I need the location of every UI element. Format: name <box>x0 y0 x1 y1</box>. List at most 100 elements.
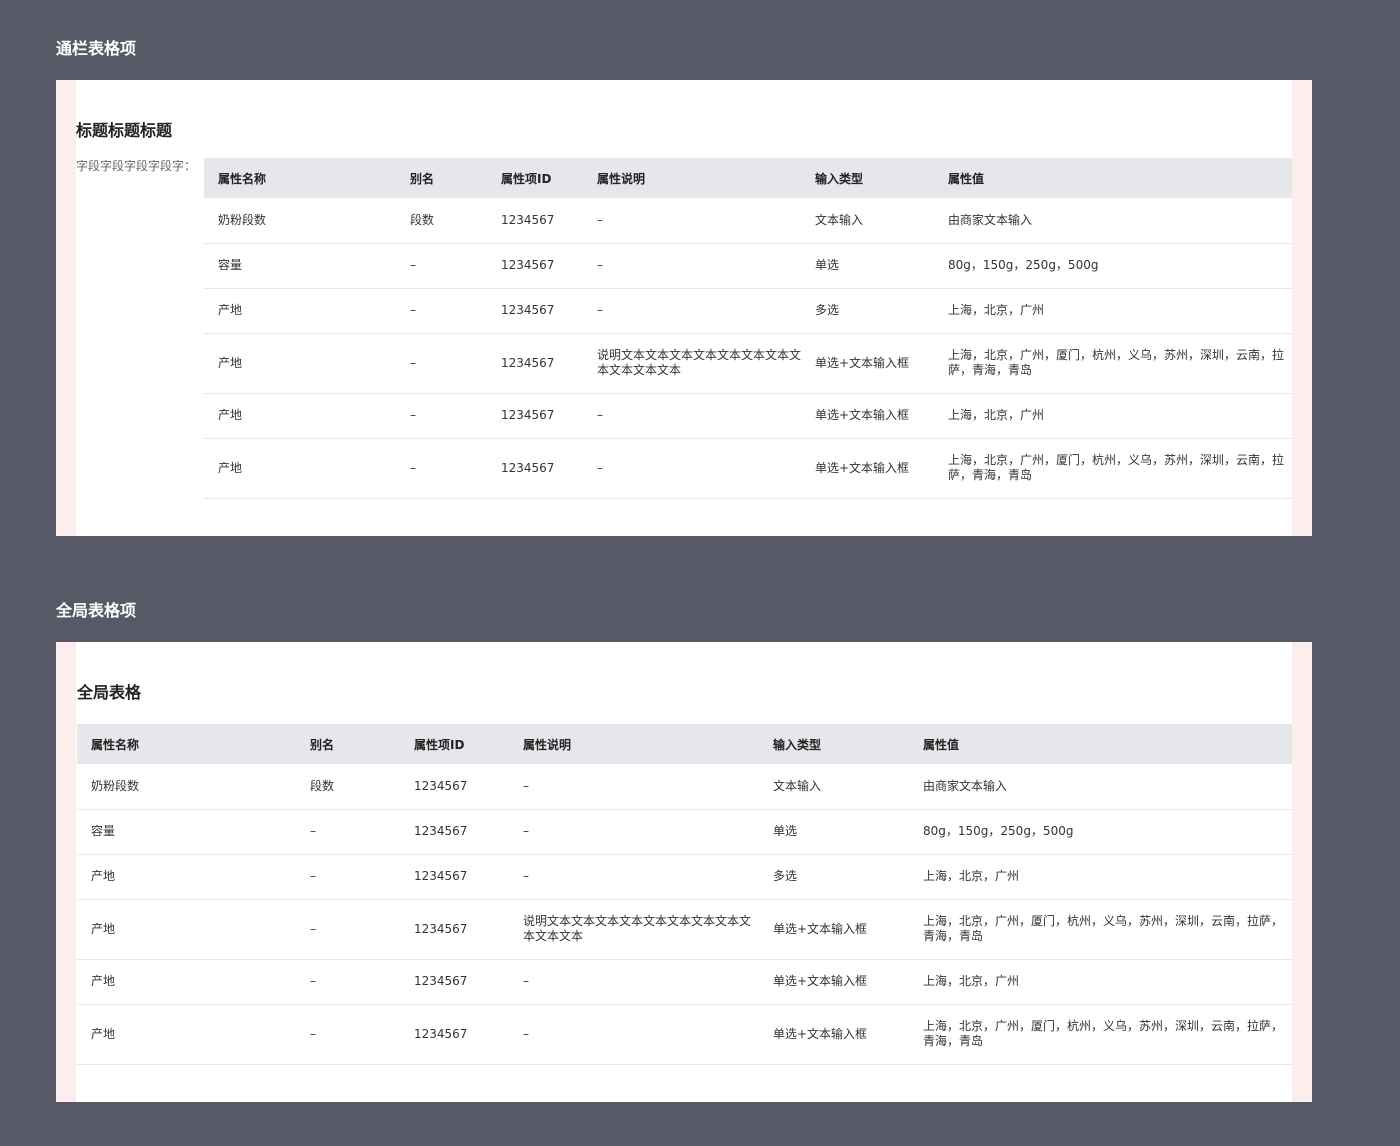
cell-name: 奶粉段数 <box>204 198 396 244</box>
cell-name: 产地 <box>77 959 296 1005</box>
cell-values: 上海，北京，广州 <box>909 959 1292 1005</box>
cell-name: 容量 <box>204 243 396 289</box>
cell-input-type: 文本输入 <box>801 198 934 244</box>
cell-name: 奶粉段数 <box>77 764 296 810</box>
cell-name: 产地 <box>204 438 396 499</box>
cell-input-type: 单选+文本输入框 <box>759 1004 909 1065</box>
cell-description: – <box>583 393 801 439</box>
cell-description: – <box>583 288 801 334</box>
column-header-values[interactable]: 属性值 <box>909 724 1292 764</box>
cell-alias: – <box>396 438 487 499</box>
cell-input-type: 文本输入 <box>759 764 909 810</box>
cell-values: 上海，北京，广州，厦门，杭州，义乌，苏州，深圳，云南，拉萨，青海，青岛 <box>934 333 1292 394</box>
column-header-id[interactable]: 属性项ID <box>400 724 509 764</box>
cell-alias: – <box>296 809 400 855</box>
cell-values: 上海，北京，广州 <box>909 854 1292 900</box>
table-row[interactable]: 容量 – 1234567 – 单选 80g，150g，250g，500g <box>204 243 1292 289</box>
table-row[interactable]: 产地 – 1234567 – 单选+文本输入框 上海，北京，广州 <box>204 393 1292 439</box>
cell-name: 产地 <box>77 1004 296 1065</box>
attribute-table-2: 属性名称 别名 属性项ID 属性说明 输入类型 属性值 奶粉段数 段数 1234… <box>77 724 1292 1065</box>
cell-values: 上海，北京，广州，厦门，杭州，义乌，苏州，深圳，云南，拉萨，青海，青岛 <box>909 899 1292 960</box>
cell-values: 由商家文本输入 <box>934 198 1292 244</box>
table-row[interactable]: 产地 – 1234567 – 单选+文本输入框 上海，北京，广州，厦门，杭州，义… <box>77 1004 1292 1065</box>
cell-id: 1234567 <box>400 899 509 960</box>
cell-input-type: 多选 <box>801 288 934 334</box>
table-header-row: 属性名称 别名 属性项ID 属性说明 输入类型 属性值 <box>77 724 1292 764</box>
cell-name: 产地 <box>77 854 296 900</box>
table-row[interactable]: 产地 – 1234567 说明文本文本文本文本文本文本文本文本文本文本文本 单选… <box>204 333 1292 394</box>
cell-id: 1234567 <box>487 393 583 439</box>
cell-id: 1234567 <box>400 1004 509 1065</box>
global-table-panel: 全局表格 属性名称 别名 属性项ID 属性说明 输入类型 属性值 奶粉段数 段数… <box>56 642 1312 1102</box>
column-header-values[interactable]: 属性值 <box>934 158 1292 198</box>
cell-alias: 段数 <box>296 764 400 810</box>
cell-description: – <box>509 764 759 810</box>
attribute-table-1: 属性名称 别名 属性项ID 属性说明 输入类型 属性值 奶粉段数 段数 1234… <box>204 158 1292 499</box>
cell-input-type: 多选 <box>759 854 909 900</box>
table-row[interactable]: 容量 – 1234567 – 单选 80g，150g，250g，500g <box>77 809 1292 855</box>
column-header-alias[interactable]: 别名 <box>296 724 400 764</box>
cell-alias: – <box>396 333 487 394</box>
cell-alias: – <box>396 288 487 334</box>
cell-input-type: 单选 <box>759 809 909 855</box>
section-label-global: 全局表格项 <box>56 601 137 620</box>
table-row[interactable]: 产地 – 1234567 – 多选 上海，北京，广州 <box>77 854 1292 900</box>
section-label-full-width: 通栏表格项 <box>56 39 137 58</box>
cell-description: 说明文本文本文本文本文本文本文本文本文本文本文本 <box>509 899 759 960</box>
column-header-alias[interactable]: 别名 <box>396 158 487 198</box>
cell-input-type: 单选+文本输入框 <box>759 899 909 960</box>
cell-input-type: 单选+文本输入框 <box>801 393 934 439</box>
cell-description: – <box>583 243 801 289</box>
cell-id: 1234567 <box>400 959 509 1005</box>
table-row[interactable]: 产地 – 1234567 说明文本文本文本文本文本文本文本文本文本文本文本 单选… <box>77 899 1292 960</box>
cell-input-type: 单选+文本输入框 <box>759 959 909 1005</box>
cell-description: – <box>583 198 801 244</box>
cell-description: – <box>509 1004 759 1065</box>
column-header-input-type[interactable]: 输入类型 <box>801 158 934 198</box>
cell-input-type: 单选+文本输入框 <box>801 333 934 394</box>
table-row[interactable]: 产地 – 1234567 – 单选+文本输入框 上海，北京，广州，厦门，杭州，义… <box>204 438 1292 499</box>
panel-title: 标题标题标题 <box>76 121 173 140</box>
cell-alias: – <box>396 393 487 439</box>
cell-name: 产地 <box>204 393 396 439</box>
cell-values: 80g，150g，250g，500g <box>934 243 1292 289</box>
cell-name: 产地 <box>77 899 296 960</box>
column-header-description[interactable]: 属性说明 <box>583 158 801 198</box>
cell-id: 1234567 <box>400 854 509 900</box>
cell-description: – <box>583 438 801 499</box>
cell-values: 80g，150g，250g，500g <box>909 809 1292 855</box>
cell-description: – <box>509 854 759 900</box>
cell-alias: – <box>296 899 400 960</box>
cell-description: – <box>509 809 759 855</box>
cell-description: – <box>509 959 759 1005</box>
column-header-input-type[interactable]: 输入类型 <box>759 724 909 764</box>
panel-title: 全局表格 <box>77 683 142 702</box>
table-row[interactable]: 产地 – 1234567 – 单选+文本输入框 上海，北京，广州 <box>77 959 1292 1005</box>
cell-values: 由商家文本输入 <box>909 764 1292 810</box>
cell-values: 上海，北京，广州，厦门，杭州，义乌，苏州，深圳，云南，拉萨，青海，青岛 <box>934 438 1292 499</box>
cell-values: 上海，北京，广州 <box>934 288 1292 334</box>
cell-id: 1234567 <box>487 288 583 334</box>
cell-description: 说明文本文本文本文本文本文本文本文本文本文本文本 <box>583 333 801 394</box>
cell-name: 产地 <box>204 288 396 334</box>
cell-id: 1234567 <box>487 333 583 394</box>
field-label: 字段字段字段字段字： <box>76 159 197 173</box>
cell-id: 1234567 <box>487 438 583 499</box>
column-header-name[interactable]: 属性名称 <box>204 158 396 198</box>
cell-id: 1234567 <box>400 764 509 810</box>
cell-alias: 段数 <box>396 198 487 244</box>
table-row[interactable]: 奶粉段数 段数 1234567 – 文本输入 由商家文本输入 <box>77 764 1292 810</box>
cell-id: 1234567 <box>487 243 583 289</box>
cell-alias: – <box>296 854 400 900</box>
column-header-id[interactable]: 属性项ID <box>487 158 583 198</box>
cell-id: 1234567 <box>487 198 583 244</box>
table-row[interactable]: 产地 – 1234567 – 多选 上海，北京，广州 <box>204 288 1292 334</box>
column-header-description[interactable]: 属性说明 <box>509 724 759 764</box>
column-header-name[interactable]: 属性名称 <box>77 724 296 764</box>
cell-name: 产地 <box>204 333 396 394</box>
cell-values: 上海，北京，广州，厦门，杭州，义乌，苏州，深圳，云南，拉萨，青海，青岛 <box>909 1004 1292 1065</box>
cell-name: 容量 <box>77 809 296 855</box>
table-row[interactable]: 奶粉段数 段数 1234567 – 文本输入 由商家文本输入 <box>204 198 1292 244</box>
cell-id: 1234567 <box>400 809 509 855</box>
cell-alias: – <box>296 959 400 1005</box>
